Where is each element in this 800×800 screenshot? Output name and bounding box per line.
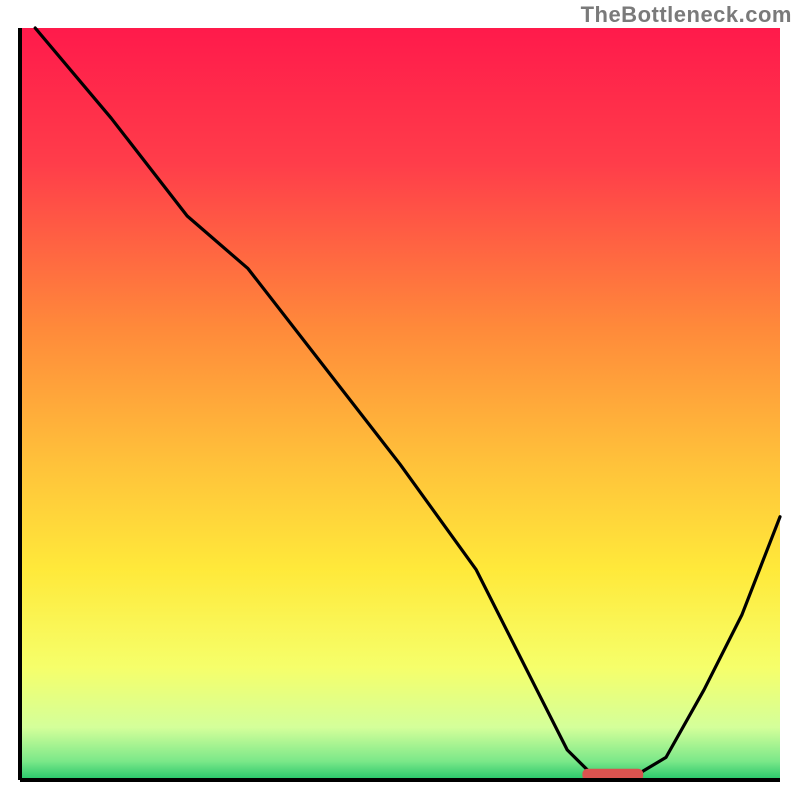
plot-background xyxy=(20,28,780,780)
chart-svg xyxy=(0,0,800,800)
bottleneck-chart: TheBottleneck.com xyxy=(0,0,800,800)
watermark-text: TheBottleneck.com xyxy=(581,2,792,28)
